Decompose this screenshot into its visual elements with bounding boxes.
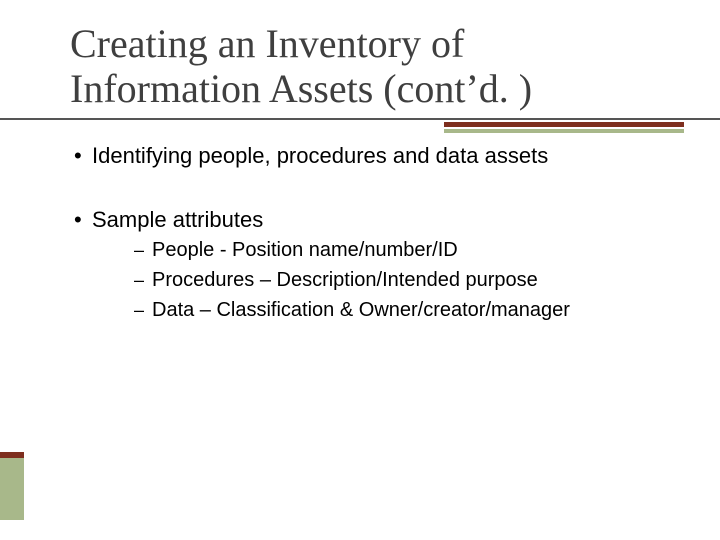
bullet-item: • Identifying people, procedures and dat… <box>74 142 674 170</box>
slide-title: Creating an Inventory of Information Ass… <box>70 22 650 112</box>
sub-bullet-item: – Data – Classification & Owner/creator/… <box>134 298 674 324</box>
slide: Creating an Inventory of Information Ass… <box>0 0 720 540</box>
sub-bullet-text: Procedures – Description/Intended purpos… <box>152 268 538 294</box>
dash-icon: – <box>134 240 152 261</box>
accent-bar-dark <box>444 122 684 127</box>
sub-bullets: – People - Position name/number/ID – Pro… <box>134 238 674 323</box>
bullet-text: Sample attributes <box>92 206 263 234</box>
dash-icon: – <box>134 300 152 321</box>
accent-bars <box>444 122 684 133</box>
bullet-dot-icon: • <box>74 209 92 231</box>
sub-bullet-item: – People - Position name/number/ID <box>134 238 674 264</box>
accent-bar-light <box>444 129 684 133</box>
sub-bullet-text: Data – Classification & Owner/creator/ma… <box>152 298 570 324</box>
sub-bullet-item: – Procedures – Description/Intended purp… <box>134 268 674 294</box>
bullet-item: • Sample attributes <box>74 206 674 234</box>
bullet-dot-icon: • <box>74 145 92 167</box>
bullet-text: Identifying people, procedures and data … <box>92 142 548 170</box>
horizontal-rule <box>0 118 720 120</box>
dash-icon: – <box>134 270 152 291</box>
corner-accent-tab <box>0 452 24 520</box>
title-underline <box>0 118 720 120</box>
sub-bullet-text: People - Position name/number/ID <box>152 238 458 264</box>
content-area: • Identifying people, procedures and dat… <box>74 142 674 327</box>
